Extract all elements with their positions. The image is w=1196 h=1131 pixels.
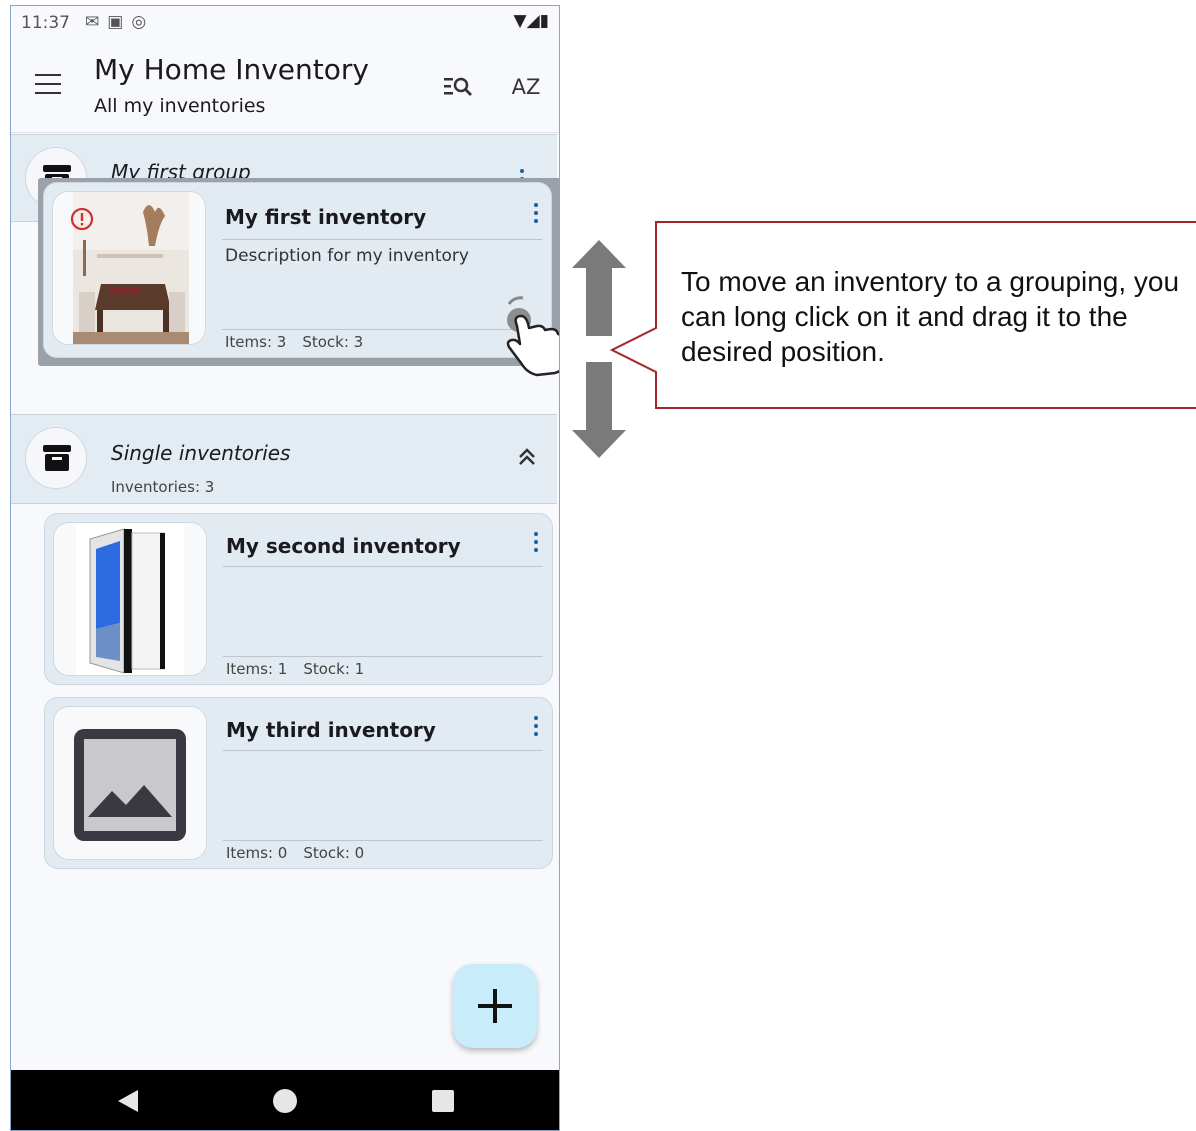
header-divider <box>11 132 559 133</box>
sort-az-icon[interactable]: AZ <box>506 68 546 106</box>
inventory-card-second[interactable]: My second inventory Items: 1 Stock: 1 <box>44 513 553 685</box>
inventory-name: My first inventory <box>225 205 427 229</box>
long-press-hand-icon <box>506 296 559 377</box>
group-name: Single inventories <box>111 441 291 465</box>
filter-search-icon[interactable] <box>441 72 475 102</box>
inventory-stats: Items: 3 Stock: 3 <box>225 333 363 351</box>
stock-count: Stock: 0 <box>303 844 365 862</box>
placeholder-image-icon <box>74 729 186 841</box>
divider <box>222 329 542 330</box>
back-icon[interactable] <box>116 1088 140 1114</box>
inventory-name: My second inventory <box>226 534 461 558</box>
plus-icon <box>478 989 512 1023</box>
divider <box>223 750 543 751</box>
warning-icon <box>70 207 94 231</box>
battery-icon: ▮ <box>539 11 549 31</box>
items-count: Items: 3 <box>225 333 287 351</box>
archive-box-icon <box>43 445 71 471</box>
inventory-image <box>53 522 207 676</box>
divider <box>223 840 543 841</box>
divider <box>223 566 543 567</box>
inventory-card-third[interactable]: My third inventory Items: 0 Stock: 0 <box>44 697 553 869</box>
status-time: 11:37 <box>21 13 70 33</box>
menu-icon[interactable] <box>35 74 61 94</box>
stock-count: Stock: 3 <box>302 333 364 351</box>
status-bar: 11:37 ✉▣◎ ▼◢▮ <box>11 6 559 42</box>
inventory-image <box>53 706 207 860</box>
stock-count: Stock: 1 <box>303 660 365 678</box>
add-inventory-button[interactable] <box>453 964 537 1048</box>
group-count: Inventories: 3 <box>111 478 215 496</box>
signal-icon: ◢ <box>526 11 540 31</box>
app-subtitle: All my inventories <box>94 95 266 117</box>
system-nav-bar <box>11 1070 559 1130</box>
recents-icon[interactable] <box>432 1090 454 1112</box>
inventory-card-first[interactable]: My first inventory Description for my in… <box>43 182 552 358</box>
home-icon[interactable] <box>273 1089 297 1113</box>
phone-screen: 11:37 ✉▣◎ ▼◢▮ My Home Inventory All my i… <box>10 5 560 1131</box>
divider <box>222 239 542 240</box>
inventory-more-icon[interactable] <box>526 203 546 229</box>
group-avatar <box>25 427 87 489</box>
items-count: Items: 0 <box>226 844 288 862</box>
pc-case-photo <box>76 523 184 675</box>
app-icon: ▣ <box>107 12 132 32</box>
inventory-more-icon[interactable] <box>526 532 546 558</box>
gmail-icon: ✉ <box>85 12 108 32</box>
items-count: Items: 1 <box>226 660 288 678</box>
notification-icons: ✉▣◎ <box>85 12 154 32</box>
inventory-stats: Items: 1 Stock: 1 <box>226 660 364 678</box>
wifi-icon: ▼ <box>513 11 527 31</box>
divider <box>223 656 543 657</box>
system-icons: ▼◢▮ <box>513 11 549 31</box>
annotation-text: To move an inventory to a grouping, you … <box>681 266 1180 367</box>
app-title: My Home Inventory <box>94 53 369 86</box>
inventory-name: My third inventory <box>226 718 436 742</box>
collapse-chevron-icon[interactable] <box>515 445 539 469</box>
inventory-more-icon[interactable] <box>526 716 546 742</box>
group-header-single[interactable]: Single inventories Inventories: 3 <box>11 414 557 504</box>
sync-icon: ◎ <box>131 12 155 32</box>
inventory-description: Description for my inventory <box>225 246 469 266</box>
inventory-stats: Items: 0 Stock: 0 <box>226 844 364 862</box>
